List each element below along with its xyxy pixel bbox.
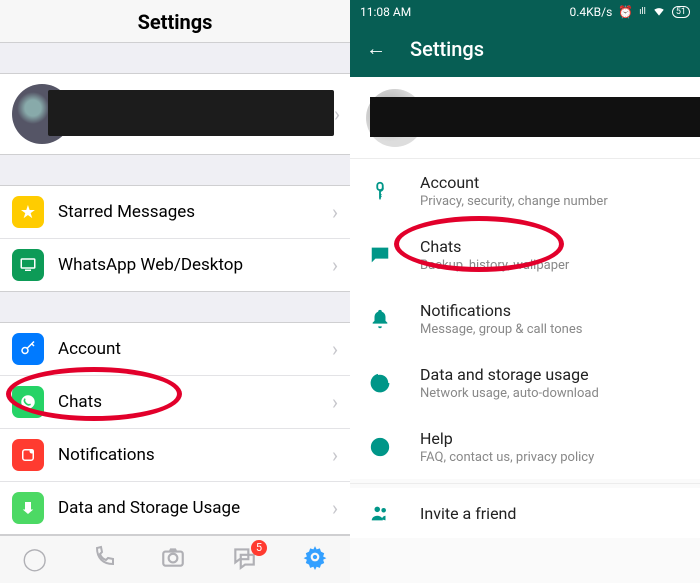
battery-icon: 51 xyxy=(672,6,690,18)
row-subtitle: Privacy, security, change number xyxy=(420,194,608,209)
tab-bar: ◯ 5 xyxy=(0,535,350,583)
android-profile-row[interactable] xyxy=(350,77,700,159)
row-title: Help xyxy=(420,429,594,448)
account-row[interactable]: Account Privacy, security, change number xyxy=(350,159,700,223)
chevron-right-icon: › xyxy=(332,496,338,520)
row-title: Chats xyxy=(420,237,569,256)
chevron-right-icon: › xyxy=(332,443,338,467)
chats-row[interactable]: Chats › xyxy=(0,375,350,428)
row-title: Account xyxy=(420,173,608,192)
notifications-row[interactable]: Notifications Message, group & call tone… xyxy=(350,287,700,351)
toolbar: ← Settings xyxy=(350,24,700,77)
toolbar-title: Settings xyxy=(410,37,484,61)
chevron-right-icon: › xyxy=(332,253,338,277)
calls-tab[interactable] xyxy=(92,545,116,575)
starred-messages-row[interactable]: ★ Starred Messages › xyxy=(0,186,350,238)
camera-tab[interactable] xyxy=(160,544,186,576)
invite-friend-row[interactable]: Invite a friend xyxy=(350,488,700,538)
divider xyxy=(350,483,700,484)
android-settings-screen: 11:08 AM 0.4KB/s ⏰ ıll 51 ← Settings Acc… xyxy=(350,0,700,583)
people-icon xyxy=(368,502,392,524)
data-usage-row[interactable]: Data and storage usage Network usage, au… xyxy=(350,351,700,415)
chevron-right-icon: › xyxy=(334,102,340,126)
row-label: Starred Messages xyxy=(58,202,195,222)
row-title: Invite a friend xyxy=(420,504,516,523)
ios-settings-screen: Settings › ★ Starred Messages › WhatsApp… xyxy=(0,0,350,583)
back-button[interactable]: ← xyxy=(366,36,386,61)
chat-icon xyxy=(368,244,392,266)
chevron-right-icon: › xyxy=(332,337,338,361)
row-label: Account xyxy=(58,339,121,359)
row-title: Data and storage usage xyxy=(420,365,599,384)
settings-tab[interactable] xyxy=(302,544,328,576)
row-subtitle: Backup, history, wallpaper xyxy=(420,258,569,273)
help-icon xyxy=(368,436,392,458)
spacer xyxy=(0,155,350,185)
data-storage-row[interactable]: Data and Storage Usage › xyxy=(0,481,350,534)
spacer xyxy=(0,292,350,322)
row-subtitle: Network usage, auto-download xyxy=(420,386,599,401)
spacer xyxy=(0,43,350,73)
account-row[interactable]: Account › xyxy=(0,323,350,375)
status-bar: 11:08 AM 0.4KB/s ⏰ ıll 51 xyxy=(350,0,700,24)
row-label: Chats xyxy=(58,392,102,412)
group2: Account › Chats › Notifications › Data a… xyxy=(0,322,350,535)
settings-list: Account Privacy, security, change number… xyxy=(350,159,700,538)
whatsapp-icon xyxy=(12,386,44,418)
data-usage-icon xyxy=(368,372,392,394)
data-icon xyxy=(12,492,44,524)
row-label: Notifications xyxy=(58,445,155,465)
redacted-name xyxy=(48,90,334,136)
star-icon: ★ xyxy=(12,196,44,228)
row-title: Notifications xyxy=(420,301,582,320)
volte-icon: ıll xyxy=(639,7,646,17)
desktop-icon xyxy=(12,249,44,281)
row-label: Data and Storage Usage xyxy=(58,498,240,518)
wifi-icon xyxy=(652,4,666,21)
chats-tab[interactable]: 5 xyxy=(231,544,257,576)
alarm-icon: ⏰ xyxy=(618,5,633,19)
whatsapp-web-row[interactable]: WhatsApp Web/Desktop › xyxy=(0,238,350,291)
row-label: WhatsApp Web/Desktop xyxy=(58,255,243,275)
status-indicators: 0.4KB/s ⏰ ıll 51 xyxy=(570,4,691,21)
row-subtitle: FAQ, contact us, privacy policy xyxy=(420,450,594,465)
status-time: 11:08 AM xyxy=(360,5,411,19)
help-row[interactable]: Help FAQ, contact us, privacy policy xyxy=(350,415,700,479)
row-subtitle: Message, group & call tones xyxy=(420,322,582,337)
ios-profile-row[interactable]: › xyxy=(0,73,350,155)
notifications-row[interactable]: Notifications › xyxy=(0,428,350,481)
key-icon xyxy=(368,180,392,202)
chats-row[interactable]: Chats Backup, history, wallpaper xyxy=(350,223,700,287)
notification-icon xyxy=(12,439,44,471)
chevron-right-icon: › xyxy=(332,390,338,414)
key-icon xyxy=(12,333,44,365)
ios-page-title: Settings xyxy=(0,0,350,42)
bell-icon xyxy=(368,308,392,330)
network-speed: 0.4KB/s xyxy=(570,5,613,19)
status-tab[interactable]: ◯ xyxy=(22,547,47,572)
unread-badge: 5 xyxy=(251,540,267,556)
chevron-right-icon: › xyxy=(332,200,338,224)
redacted-name xyxy=(370,97,700,137)
group1: ★ Starred Messages › WhatsApp Web/Deskto… xyxy=(0,185,350,292)
